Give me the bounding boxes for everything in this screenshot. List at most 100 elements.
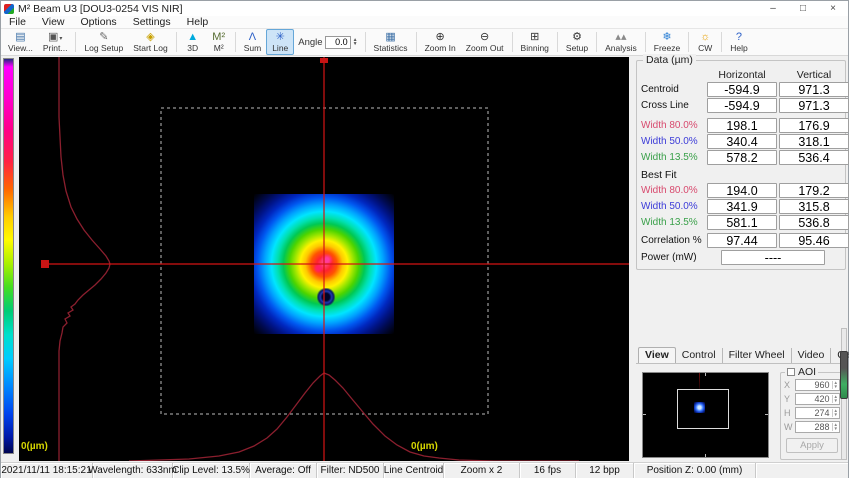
angle-spinner[interactable]: ▲▼	[353, 38, 358, 46]
table-row-cross-line: Cross Line -594.9 971.3	[641, 98, 841, 113]
angle-control: Angle ▲▼	[294, 29, 361, 55]
view-icon: ▤	[15, 31, 25, 43]
table-row-power: Power (mW) ----	[641, 250, 841, 265]
menu-help[interactable]: Help	[179, 16, 217, 28]
bf-width-13-horizontal: 581.1	[707, 215, 777, 230]
table-row-width-13: Width 13.5% 578.2 536.4	[641, 150, 841, 165]
aoi-y-input[interactable]	[796, 394, 832, 404]
log-setup-button[interactable]: ✎ Log Setup	[79, 29, 128, 55]
status-datetime: 2021/11/11 18:15:21	[1, 463, 93, 478]
origin-label-left: 0(µm)	[21, 441, 48, 452]
gain-slider[interactable]	[841, 328, 847, 460]
freeze-icon: ❄	[662, 31, 671, 43]
aoi-w-spinner[interactable]: ▲▼	[832, 423, 839, 431]
angle-input[interactable]	[325, 36, 351, 49]
setup-icon: ⚙	[572, 31, 582, 43]
toolbar: ▤ View... ▣▾ Print... ✎ Log Setup ◈ Star…	[1, 29, 848, 56]
help-button[interactable]: ? Help	[725, 29, 752, 55]
tab-filter-wheel[interactable]: Filter Wheel	[723, 348, 792, 363]
tab-view[interactable]: View	[638, 347, 676, 363]
gain-slider-thumb[interactable]	[840, 351, 848, 399]
power-label: Power (mW)	[641, 252, 719, 263]
width-50-vertical: 318.1	[779, 134, 849, 149]
m2-button[interactable]: M² M²	[206, 29, 232, 55]
binning-button[interactable]: ⊞ Binning	[516, 29, 554, 55]
width-80-horizontal: 198.1	[707, 118, 777, 133]
zoom-out-button[interactable]: ⊖ Zoom Out	[461, 29, 509, 55]
analysis-button[interactable]: ▴▴ Analysis	[600, 29, 642, 55]
maximize-button[interactable]: □	[788, 1, 818, 16]
table-row-width-50: Width 50.0% 340.4 318.1	[641, 134, 841, 149]
line-icon: ✳	[276, 31, 285, 43]
crosshair-handle-left	[41, 260, 49, 268]
sum-icon: Λ	[249, 31, 256, 43]
statistics-button[interactable]: ▦ Statistics	[369, 29, 413, 55]
aoi-h-spinner[interactable]: ▲▼	[832, 409, 839, 417]
power-value: ----	[721, 250, 825, 265]
status-bar: 2021/11/11 18:15:21 Wavelength: 633nm Cl…	[1, 462, 848, 478]
3d-icon: ▲	[187, 31, 198, 43]
preview-beam-spot	[694, 402, 705, 413]
toolbar-separator	[596, 32, 597, 52]
analysis-icon: ▴▴	[615, 31, 626, 43]
menu-file[interactable]: File	[1, 16, 34, 28]
tab-control[interactable]: Control	[676, 348, 723, 363]
correlation-horizontal: 97.44	[707, 233, 777, 248]
cw-button[interactable]: ☼ CW	[692, 29, 718, 55]
start-log-button[interactable]: ◈ Start Log	[128, 29, 173, 55]
freeze-button[interactable]: ❄ Freeze	[649, 29, 685, 55]
best-fit-label: Best Fit	[641, 169, 841, 181]
col-header-horizontal: Horizontal	[707, 69, 777, 81]
aoi-y-spinner[interactable]: ▲▼	[832, 395, 839, 403]
view-button[interactable]: ▤ View...	[3, 29, 38, 55]
table-row-bf-width-50: Width 50.0% 341.9 315.8	[641, 199, 841, 214]
correlation-vertical: 95.46	[779, 233, 849, 248]
bf-width-80-vertical: 179.2	[779, 183, 849, 198]
toolbar-separator	[75, 32, 76, 52]
toolbar-separator	[557, 32, 558, 52]
menu-bar: File View Options Settings Help	[1, 16, 848, 29]
toolbar-separator	[176, 32, 177, 52]
cross-line-vertical: 971.3	[779, 98, 849, 113]
centroid-vertical: 971.3	[779, 82, 849, 97]
status-position-z: Position Z: 0.00 (mm)	[634, 463, 756, 478]
m2-icon: M²	[212, 31, 225, 43]
menu-settings[interactable]: Settings	[125, 16, 179, 28]
status-average: Average: Off	[250, 463, 317, 478]
log-setup-icon: ✎	[99, 31, 108, 43]
menu-view[interactable]: View	[34, 16, 73, 28]
toolbar-separator	[365, 32, 366, 52]
menu-options[interactable]: Options	[73, 16, 125, 28]
aoi-x-spinner[interactable]: ▲▼	[832, 381, 839, 389]
crosshair[interactable]	[41, 57, 629, 461]
vertical-profile-curve	[59, 57, 110, 461]
beam-display[interactable]: 0(µm) 0(µm)	[19, 57, 629, 461]
status-clip-level: Clip Level: 13.5%	[173, 463, 250, 478]
toolbar-separator	[235, 32, 236, 52]
status-empty	[756, 463, 848, 478]
toolbar-separator	[416, 32, 417, 52]
bf-width-50-horizontal: 341.9	[707, 199, 777, 214]
aoi-w-input[interactable]	[796, 422, 832, 432]
minimize-button[interactable]: –	[758, 1, 788, 16]
statistics-icon: ▦	[385, 31, 395, 43]
close-button[interactable]: ×	[818, 1, 848, 16]
beam-overlay	[19, 57, 629, 461]
aoi-x-input[interactable]	[796, 380, 832, 390]
print-button[interactable]: ▣▾ Print...	[38, 29, 73, 55]
sum-button[interactable]: Λ Sum	[239, 29, 266, 55]
tab-video[interactable]: Video	[792, 348, 832, 363]
table-row-width-80: Width 80.0% 198.1 176.9	[641, 118, 841, 133]
width-50-horizontal: 340.4	[707, 134, 777, 149]
zoom-in-button[interactable]: ⊕ Zoom In	[420, 29, 461, 55]
zoom-out-icon: ⊖	[480, 31, 489, 43]
apply-button[interactable]: Apply	[786, 438, 838, 453]
3d-button[interactable]: ▲ 3D	[180, 29, 206, 55]
camera-preview[interactable]	[642, 372, 769, 458]
status-wavelength: Wavelength: 633nm	[93, 463, 173, 478]
line-button[interactable]: ✳ Line	[266, 29, 294, 55]
aoi-checkbox[interactable]	[787, 368, 795, 376]
aoi-h-input[interactable]	[796, 408, 832, 418]
setup-button[interactable]: ⚙ Setup	[561, 29, 593, 55]
intensity-colorbar	[3, 58, 14, 454]
